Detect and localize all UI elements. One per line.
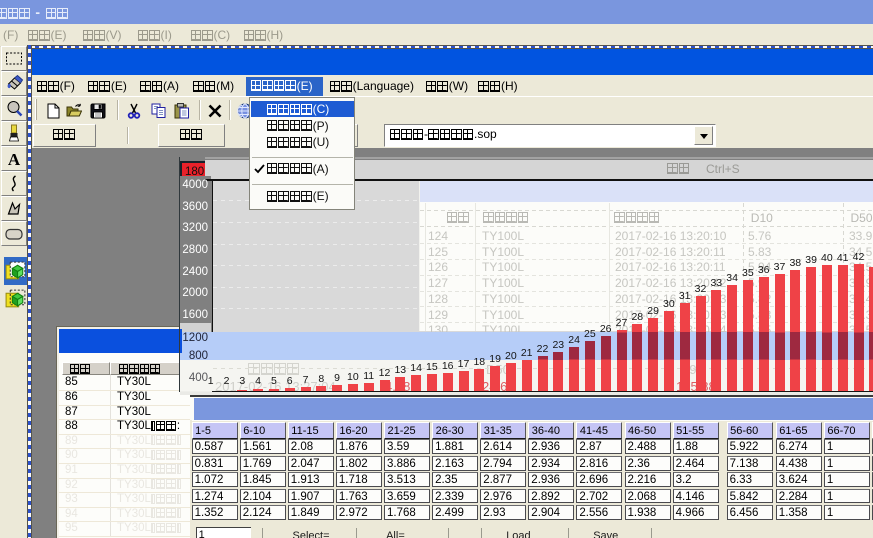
svg-text:A: A: [8, 150, 21, 169]
